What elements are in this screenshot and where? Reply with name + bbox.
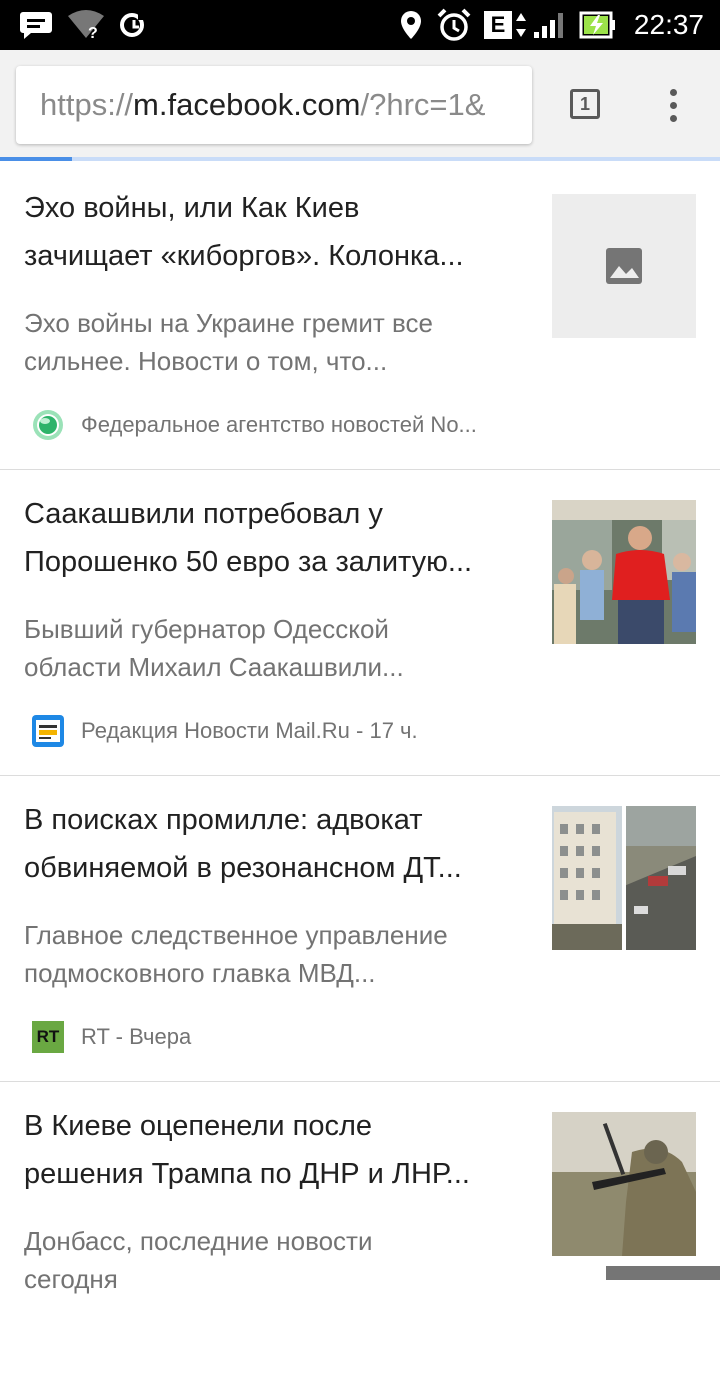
rt-logo-text: RT xyxy=(36,1027,60,1046)
bottom-overlay-button[interactable] xyxy=(606,1266,720,1280)
article-title[interactable]: В Киеве оцепенели после решения Трампа п… xyxy=(24,1102,518,1198)
snippet-line: Главное следственное управление xyxy=(24,920,448,950)
progress-fill xyxy=(0,157,72,161)
title-line: В Киеве оцепенели после xyxy=(24,1110,372,1142)
title-line: решения Трампа по ДНР и ЛНР... xyxy=(24,1158,470,1190)
image-placeholder-icon[interactable] xyxy=(552,194,696,338)
clock: 22:37 xyxy=(633,9,704,40)
location-icon xyxy=(398,0,424,50)
url-path: /?hrc=1& xyxy=(360,87,486,122)
fan-globe-icon xyxy=(32,409,64,441)
title-line: В поисках промилле: адвокат xyxy=(24,804,423,836)
rt-logo-icon: RT xyxy=(32,1021,64,1053)
message-icon xyxy=(18,0,54,50)
url-host: m.facebook.com xyxy=(133,87,361,122)
news-card[interactable]: Саакашвили потребовал у Порошенко 50 евр… xyxy=(0,470,720,776)
url-scheme: https:// xyxy=(40,87,134,122)
wifi-unknown-icon: ? xyxy=(66,0,106,50)
snippet-line: области Михаил Саакашвили... xyxy=(24,652,404,682)
article-snippet: Бывший губернатор Одесской области Михаи… xyxy=(24,610,518,686)
snippet-line: подмосковного главка МВД... xyxy=(24,958,376,988)
tab-switcher-button[interactable]: 1 xyxy=(570,89,600,119)
snippet-line: Эхо войны на Украине гремит все xyxy=(24,308,434,338)
snippet-line: сегодня xyxy=(24,1264,118,1294)
article-source: Редакция Новости Mail.Ru - 17 ч. xyxy=(81,718,418,743)
url-text[interactable]: https://m.facebook.com/?hrc=1& xyxy=(40,66,485,144)
article-source: Федеральное агентство новостей No... xyxy=(81,412,477,437)
article-thumbnail[interactable] xyxy=(552,806,696,950)
article-title[interactable]: Саакашвили потребовал у Порошенко 50 евр… xyxy=(24,490,518,586)
news-card[interactable]: В Киеве оцепенели после решения Трампа п… xyxy=(0,1082,720,1388)
article-snippet: Эхо войны на Украине гремит все сильнее.… xyxy=(24,304,518,380)
title-line: обвиняемой в резонансном ДТ... xyxy=(24,852,462,884)
alarm-icon xyxy=(435,0,473,50)
url-bar[interactable]: https://m.facebook.com/?hrc=1& xyxy=(16,66,532,144)
article-title[interactable]: Эхо войны, или Как Киев зачищает «киборг… xyxy=(24,184,518,280)
snippet-line: Донбасс, последние новости xyxy=(24,1226,373,1256)
page-load-progress xyxy=(0,157,720,161)
article-source: RT - Вчера xyxy=(81,1024,192,1049)
news-card[interactable]: В поисках промилле: адвокат обвиняемой в… xyxy=(0,776,720,1082)
title-line: Эхо войны, или Как Киев xyxy=(24,192,360,224)
wifi-mark: ? xyxy=(88,25,98,40)
browser-toolbar: https://m.facebook.com/?hrc=1& xyxy=(0,50,720,160)
status-bar: ? E 22:37 xyxy=(0,0,720,50)
news-card[interactable]: Эхо войны, или Как Киев зачищает «киборг… xyxy=(0,164,720,470)
overflow-menu-icon[interactable] xyxy=(660,85,688,125)
title-line: Саакашвили потребовал у xyxy=(24,498,383,530)
article-snippet: Главное следственное управление подмоско… xyxy=(24,916,518,992)
title-line: Порошенко 50 евро за залитую... xyxy=(24,546,473,578)
battery-charging-icon xyxy=(578,0,618,50)
sync-icon xyxy=(116,0,150,50)
article-snippet: Донбасс, последние новости сегодня xyxy=(24,1222,518,1298)
mailru-news-icon xyxy=(32,715,64,747)
article-title[interactable]: В поисках промилле: адвокат обвиняемой в… xyxy=(24,796,518,892)
snippet-line: сильнее. Новости о том, что... xyxy=(24,346,388,376)
article-thumbnail[interactable] xyxy=(552,500,696,644)
article-thumbnail[interactable] xyxy=(552,1112,696,1256)
network-letter: E xyxy=(484,11,512,39)
snippet-line: Бывший губернатор Одесской xyxy=(24,614,389,644)
title-line: зачищает «киборгов». Колонка... xyxy=(24,240,464,272)
signal-icon xyxy=(530,0,568,50)
edge-network-icon: E xyxy=(482,0,530,50)
